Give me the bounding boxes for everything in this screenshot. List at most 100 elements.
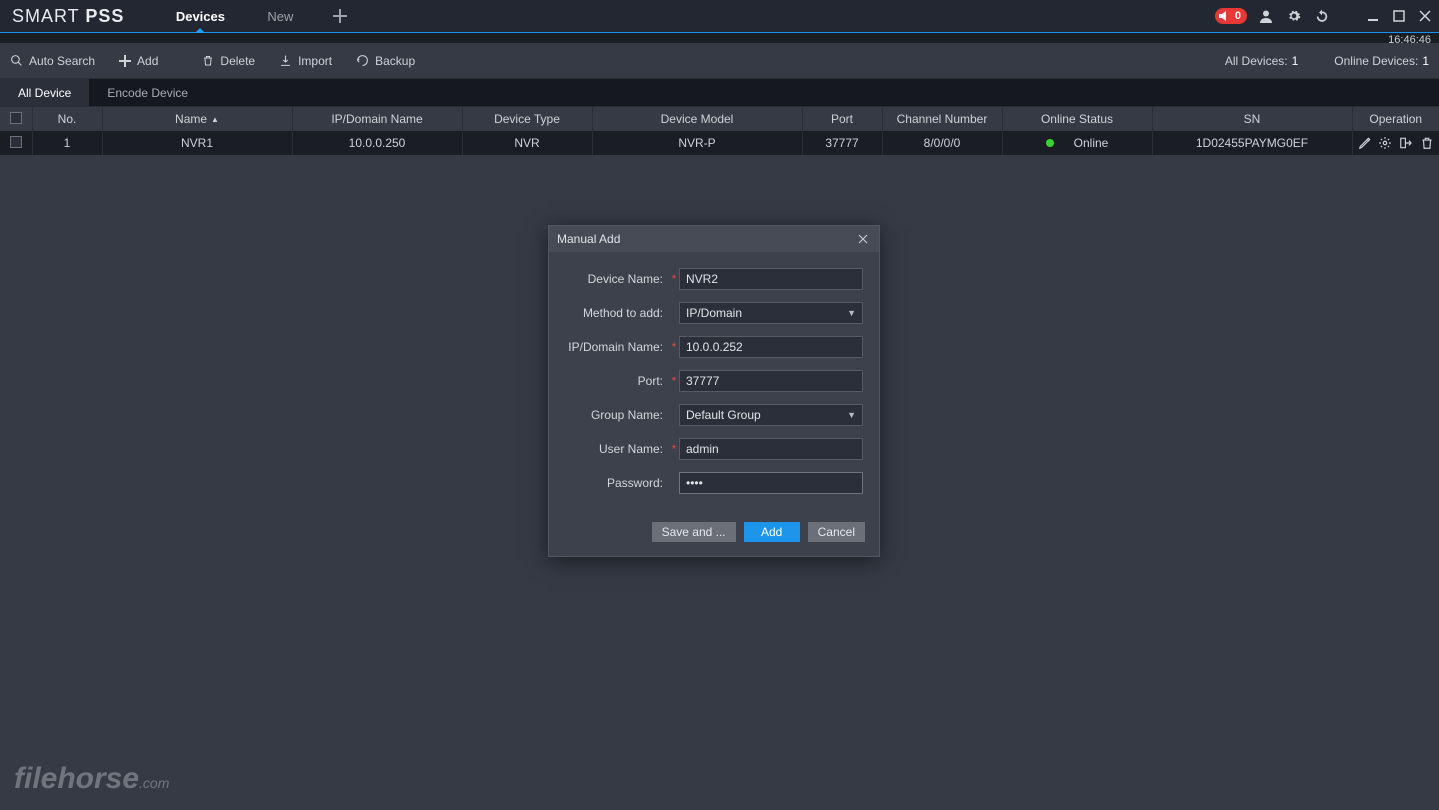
auto-search-button[interactable]: Auto Search bbox=[10, 54, 95, 68]
dialog-close-button[interactable] bbox=[855, 231, 871, 247]
save-and-continue-button[interactable]: Save and ... bbox=[652, 522, 736, 542]
alert-badge[interactable]: 0 bbox=[1215, 8, 1247, 24]
cell-status-text: Online bbox=[1074, 136, 1109, 150]
add-confirm-button[interactable]: Add bbox=[744, 522, 800, 542]
export-icon[interactable] bbox=[1398, 136, 1414, 150]
group-select[interactable]: Default Group ▼ bbox=[679, 404, 863, 426]
group-value: Default Group bbox=[686, 408, 761, 422]
edit-icon[interactable] bbox=[1358, 136, 1372, 150]
watermark-suffix: .com bbox=[139, 775, 169, 791]
col-name[interactable]: Name▲ bbox=[102, 107, 292, 131]
group-label: Group Name: bbox=[565, 408, 669, 422]
col-name-label: Name bbox=[175, 112, 207, 126]
ip-label: IP/Domain Name: bbox=[565, 340, 669, 354]
online-devices-stat: Online Devices: 1 bbox=[1334, 54, 1429, 68]
logo-part2: PSS bbox=[85, 6, 124, 26]
device-name-field[interactable] bbox=[679, 268, 863, 290]
cell-name: NVR1 bbox=[102, 131, 292, 155]
user-label: User Name: bbox=[565, 442, 669, 456]
import-icon bbox=[279, 54, 292, 67]
all-devices-label: All Devices: bbox=[1225, 54, 1288, 68]
main-tabs: Devices New bbox=[160, 0, 360, 32]
watermark-main: filehorse bbox=[14, 762, 139, 795]
clock: 16:46:46 bbox=[1388, 34, 1431, 46]
tab-add[interactable] bbox=[320, 0, 360, 32]
required-marker: * bbox=[669, 340, 679, 354]
cell-ip: 10.0.0.250 bbox=[292, 131, 462, 155]
search-icon bbox=[10, 54, 23, 67]
add-button[interactable]: Add bbox=[119, 54, 158, 68]
refresh-icon[interactable] bbox=[1313, 7, 1331, 25]
manual-add-dialog: Manual Add Device Name: * Method to add:… bbox=[548, 225, 880, 557]
password-field[interactable] bbox=[679, 472, 863, 494]
col-ip[interactable]: IP/Domain Name bbox=[292, 107, 462, 131]
speaker-icon bbox=[1219, 11, 1231, 21]
cell-type: NVR bbox=[462, 131, 592, 155]
tab-new-label: New bbox=[267, 9, 293, 24]
tab-devices[interactable]: Devices bbox=[160, 0, 240, 32]
close-icon bbox=[858, 234, 868, 244]
add-label: Add bbox=[137, 54, 158, 68]
col-channel[interactable]: Channel Number bbox=[882, 107, 1002, 131]
col-checkbox[interactable] bbox=[0, 107, 32, 131]
cell-port: 37777 bbox=[802, 131, 882, 155]
tab-devices-label: Devices bbox=[176, 9, 225, 24]
app-logo: SMART PSS bbox=[12, 6, 124, 27]
checkbox-icon[interactable] bbox=[10, 112, 22, 124]
col-model[interactable]: Device Model bbox=[592, 107, 802, 131]
title-separator bbox=[0, 32, 1439, 33]
device-subtabs: All Device Encode Device bbox=[0, 79, 1439, 107]
subtab-encode-device[interactable]: Encode Device bbox=[89, 79, 206, 106]
config-icon[interactable] bbox=[1378, 136, 1392, 150]
required-marker: * bbox=[669, 442, 679, 456]
close-button[interactable] bbox=[1417, 8, 1433, 24]
subtab-all-device-label: All Device bbox=[18, 86, 71, 100]
row-checkbox[interactable] bbox=[10, 136, 22, 148]
tab-new[interactable]: New bbox=[240, 0, 320, 32]
col-status[interactable]: Online Status bbox=[1002, 107, 1152, 131]
delete-button[interactable]: Delete bbox=[202, 54, 255, 68]
port-field[interactable] bbox=[679, 370, 863, 392]
table-header-row: No. Name▲ IP/Domain Name Device Type Dev… bbox=[0, 107, 1439, 131]
table-row[interactable]: 1 NVR1 10.0.0.250 NVR NVR-P 37777 8/0/0/… bbox=[0, 131, 1439, 155]
col-sn[interactable]: SN bbox=[1152, 107, 1352, 131]
import-button[interactable]: Import bbox=[279, 54, 332, 68]
dialog-titlebar[interactable]: Manual Add bbox=[549, 226, 879, 252]
gear-icon[interactable] bbox=[1285, 7, 1303, 25]
cell-operation bbox=[1352, 131, 1439, 155]
backup-button[interactable]: Backup bbox=[356, 54, 415, 68]
cell-no: 1 bbox=[32, 131, 102, 155]
subtab-all-device[interactable]: All Device bbox=[0, 79, 89, 106]
port-label: Port: bbox=[565, 374, 669, 388]
device-table: No. Name▲ IP/Domain Name Device Type Dev… bbox=[0, 107, 1439, 155]
minimize-button[interactable] bbox=[1365, 8, 1381, 24]
logo-part1: SMART bbox=[12, 6, 79, 26]
col-no[interactable]: No. bbox=[32, 107, 102, 131]
titlebar: SMART PSS Devices New 0 bbox=[0, 0, 1439, 32]
subtab-encode-device-label: Encode Device bbox=[107, 86, 188, 100]
chevron-down-icon: ▼ bbox=[847, 308, 856, 318]
user-field[interactable] bbox=[679, 438, 863, 460]
method-label: Method to add: bbox=[565, 306, 669, 320]
all-devices-stat: All Devices:1 bbox=[1225, 54, 1298, 68]
col-port[interactable]: Port bbox=[802, 107, 882, 131]
online-devices-label: Online Devices: bbox=[1334, 54, 1418, 68]
backup-icon bbox=[356, 54, 369, 67]
cell-sn: 1D02455PAYMG0EF bbox=[1152, 131, 1352, 155]
cancel-button[interactable]: Cancel bbox=[808, 522, 865, 542]
status-online-icon bbox=[1046, 139, 1054, 147]
user-icon[interactable] bbox=[1257, 7, 1275, 25]
chevron-down-icon: ▼ bbox=[847, 410, 856, 420]
password-label: Password: bbox=[565, 476, 669, 490]
cell-status: Online bbox=[1002, 131, 1152, 155]
col-operation[interactable]: Operation bbox=[1352, 107, 1439, 131]
method-select[interactable]: IP/Domain ▼ bbox=[679, 302, 863, 324]
col-type[interactable]: Device Type bbox=[462, 107, 592, 131]
maximize-button[interactable] bbox=[1391, 8, 1407, 24]
cell-model: NVR-P bbox=[592, 131, 802, 155]
delete-row-icon[interactable] bbox=[1420, 136, 1434, 150]
online-devices-count: 1 bbox=[1422, 54, 1429, 68]
cell-channel: 8/0/0/0 bbox=[882, 131, 1002, 155]
required-marker: * bbox=[669, 374, 679, 388]
ip-field[interactable] bbox=[679, 336, 863, 358]
